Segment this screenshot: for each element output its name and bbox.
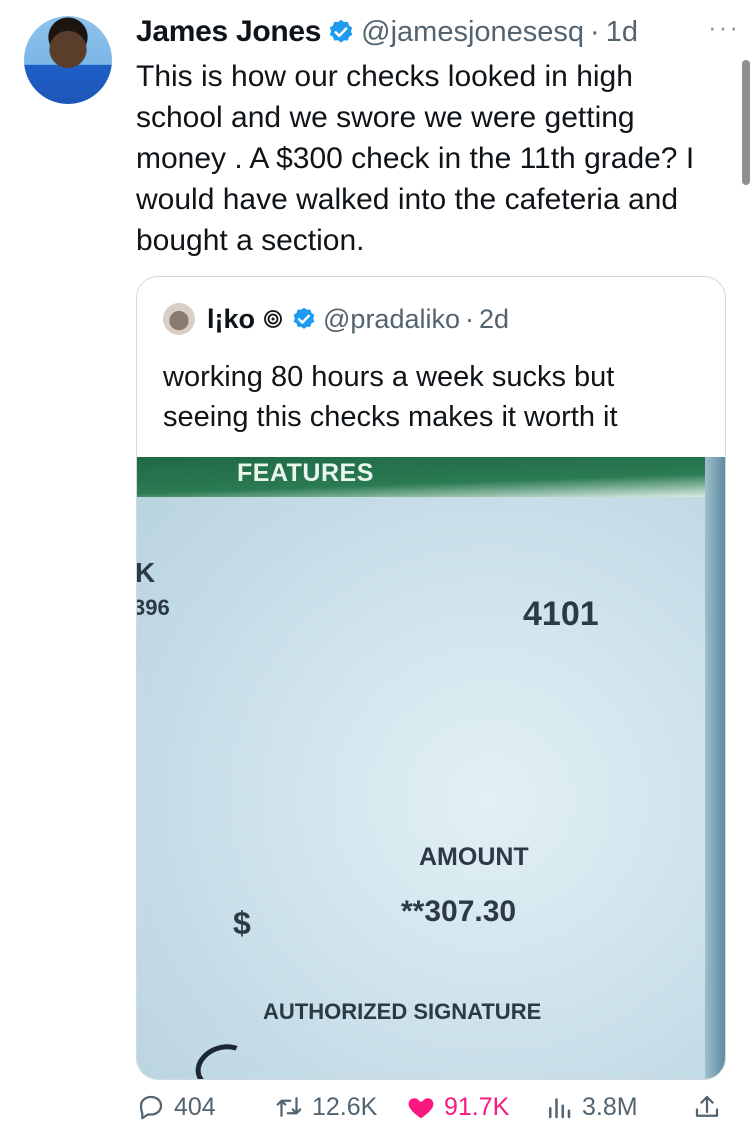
share-icon [695,1095,719,1117]
views-count: 3.8M [582,1092,638,1121]
quote-separator-dot: · [465,303,474,334]
reply-icon [139,1095,163,1120]
more-icon[interactable]: ··· [708,12,740,43]
quote-avatar[interactable] [163,303,195,335]
quote-time[interactable]: 2d [479,304,509,335]
separator-dot: · [590,15,600,48]
action-bar: 404 12.6K 91.7K 3.8M [136,1092,726,1136]
tweet-header: James Jones @jamesjonesesq · 1d [136,12,736,52]
signature-scribble [189,1036,257,1079]
check-signature-label: AUTHORIZED SIGNATURE [263,999,542,1024]
verified-badge-icon [293,307,315,329]
check-green-band [137,457,725,497]
check-dollar-sign: $ [233,905,251,941]
reply-count: 404 [174,1092,216,1121]
check-features-text: FEATURES [237,459,374,487]
author-handle[interactable]: @jamesjonesesq [361,16,584,49]
like-button[interactable]: 91.7K [406,1092,509,1122]
verified-badge-icon [329,19,353,43]
author-name[interactable]: James Jones [136,15,321,49]
tweet-text: This is how our checks looked in high sc… [136,60,695,257]
repost-icon [276,1097,302,1117]
repost-button[interactable]: 12.6K [274,1092,377,1122]
check-amount-value: **307.30 [401,895,517,928]
repost-count: 12.6K [312,1092,378,1121]
quote-author-name[interactable]: l¡ko [207,304,255,335]
spiral-icon [264,310,282,328]
views-icon [549,1098,571,1119]
like-count: 91.7K [444,1092,510,1121]
author-avatar[interactable] [24,16,112,104]
views-button[interactable]: 3.8M [544,1092,638,1122]
check-number: 4101 [523,595,599,633]
check-edge [705,457,725,1079]
reply-button[interactable]: 404 [136,1092,216,1122]
quote-author-handle[interactable]: @pradaliko [323,304,460,335]
check-bank-letter: K [136,557,156,588]
scrollbar[interactable] [742,60,750,185]
post-time[interactable]: 1d [606,16,638,49]
quote-text: working 80 hours a week sucks but seeing… [163,361,618,433]
check-amount-label: AMOUNT [419,843,529,871]
share-button[interactable] [692,1092,730,1122]
check-code: 396 [136,595,170,620]
quoted-tweet[interactable]: l¡ko @pradaliko · 2d working 80 hours a … [136,276,726,1080]
quote-header: l¡ko @pradaliko · 2d [163,303,509,335]
check-photo[interactable]: FEATURES K 396 4101 AMOUNT $ **307.30 AU… [137,457,725,1079]
like-icon [408,1098,434,1119]
